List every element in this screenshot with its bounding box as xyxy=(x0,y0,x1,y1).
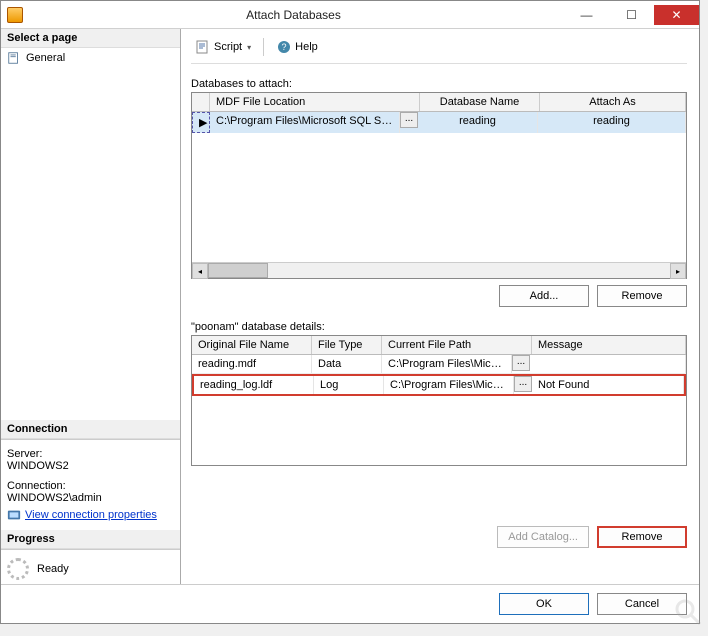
connection-icon xyxy=(7,508,21,522)
col-message[interactable]: Message xyxy=(532,336,686,354)
script-icon xyxy=(195,39,211,55)
browse-mdf-button[interactable]: ... xyxy=(400,112,418,128)
maximize-button[interactable]: ☐ xyxy=(609,5,654,25)
table-row[interactable]: reading.mdf Data C:\Program Files\Micros… xyxy=(192,355,686,374)
script-button[interactable]: Script ▾ xyxy=(191,37,255,57)
cell-msg: Not Found xyxy=(532,376,684,394)
cell-msg xyxy=(530,355,686,373)
toolbar: Script ▾ ? Help xyxy=(191,37,687,64)
chevron-down-icon: ▾ xyxy=(247,43,251,52)
toolbar-separator xyxy=(263,38,264,56)
server-label: Server: xyxy=(7,448,174,460)
databases-to-attach-grid[interactable]: MDF File Location Database Name Attach A… xyxy=(191,92,687,279)
remove-file-button[interactable]: Remove xyxy=(597,526,687,548)
connection-value: WINDOWS2\admin xyxy=(7,492,174,504)
app-icon xyxy=(7,7,23,23)
cell-mdf[interactable]: C:\Program Files\Microsoft SQL Ser... xyxy=(210,112,400,133)
progress-spinner-icon xyxy=(7,558,29,580)
col-current-path[interactable]: Current File Path xyxy=(382,336,532,354)
table-row-highlighted[interactable]: reading_log.ldf Log C:\Program Files\Mic… xyxy=(192,374,686,396)
browse-path-button[interactable]: ... xyxy=(512,355,530,371)
grid-col-mdf[interactable]: MDF File Location xyxy=(210,93,420,111)
progress-status: Ready xyxy=(37,563,69,575)
grid-col-attachas[interactable]: Attach As xyxy=(540,93,686,111)
database-details-grid[interactable]: Original File Name File Type Current Fil… xyxy=(191,335,687,466)
add-catalog-button: Add Catalog... xyxy=(497,526,589,548)
cell-attachas[interactable]: reading xyxy=(538,112,686,133)
left-panel: Select a page General Connection Server:… xyxy=(1,29,181,584)
cell-orig[interactable]: reading_log.ldf xyxy=(194,376,314,394)
view-connection-properties-link[interactable]: View connection properties xyxy=(7,508,174,522)
grid-col-dbname[interactable]: Database Name xyxy=(420,93,540,111)
dialog-footer: OK Cancel xyxy=(1,584,699,623)
window-title: Attach Databases xyxy=(23,8,564,22)
scroll-left-button[interactable]: ◂ xyxy=(192,263,208,279)
add-button[interactable]: Add... xyxy=(499,285,589,307)
titlebar: Attach Databases — ☐ ✕ xyxy=(1,1,699,29)
grid-col-rowheader xyxy=(192,93,210,111)
select-page-header: Select a page xyxy=(1,29,180,48)
attach-databases-dialog: Attach Databases — ☐ ✕ Select a page Gen… xyxy=(0,0,700,624)
col-file-type[interactable]: File Type xyxy=(312,336,382,354)
cell-dbname[interactable]: reading xyxy=(418,112,538,133)
cell-path[interactable]: C:\Program Files\Microso... xyxy=(384,376,514,394)
help-button[interactable]: ? Help xyxy=(272,37,322,57)
connection-header: Connection xyxy=(1,420,180,439)
scroll-right-button[interactable]: ▸ xyxy=(670,263,686,279)
close-button[interactable]: ✕ xyxy=(654,5,699,25)
remove-db-button[interactable]: Remove xyxy=(597,285,687,307)
cell-orig[interactable]: reading.mdf xyxy=(192,355,312,373)
server-value: WINDOWS2 xyxy=(7,460,174,472)
page-item-general[interactable]: General xyxy=(1,48,180,68)
page-icon xyxy=(7,51,21,65)
scrollbar-thumb[interactable] xyxy=(208,263,268,278)
database-details-label: "poonam" database details: xyxy=(191,321,687,333)
svg-text:?: ? xyxy=(282,42,287,52)
databases-to-attach-label: Databases to attach: xyxy=(191,78,687,90)
col-original-filename[interactable]: Original File Name xyxy=(192,336,312,354)
minimize-button[interactable]: — xyxy=(564,5,609,25)
horizontal-scrollbar[interactable]: ◂ ▸ xyxy=(192,262,686,278)
cell-ftype[interactable]: Data xyxy=(312,355,382,373)
right-panel: Script ▾ ? Help Databases to attach: MDF… xyxy=(181,29,699,584)
progress-header: Progress xyxy=(1,530,180,549)
cell-path[interactable]: C:\Program Files\Microso... xyxy=(382,355,512,373)
connection-label: Connection: xyxy=(7,480,174,492)
watermark-icon xyxy=(673,597,703,627)
ok-button[interactable]: OK xyxy=(499,593,589,615)
row-selector-icon[interactable]: ▶ xyxy=(192,112,210,133)
page-label: General xyxy=(26,52,65,64)
browse-path-button[interactable]: ... xyxy=(514,376,532,392)
table-row[interactable]: ▶ C:\Program Files\Microsoft SQL Ser... … xyxy=(192,112,686,133)
help-icon: ? xyxy=(276,39,292,55)
cell-ftype[interactable]: Log xyxy=(314,376,384,394)
